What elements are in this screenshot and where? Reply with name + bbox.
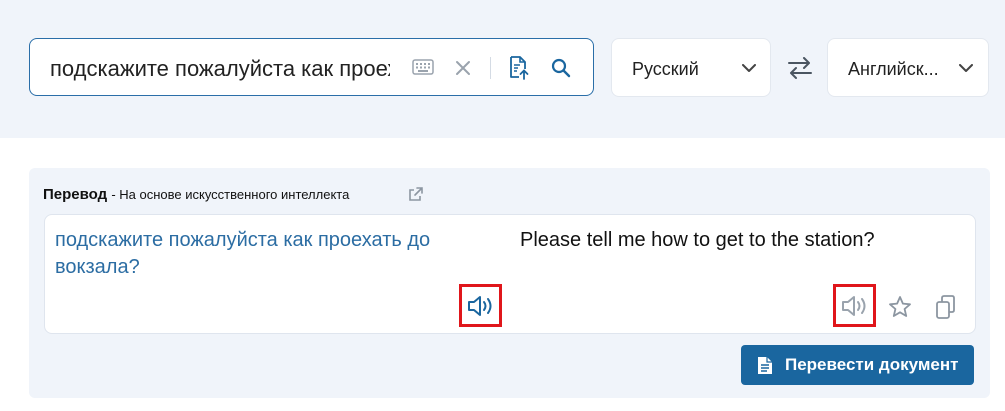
translate-document-label: Перевести документ xyxy=(785,355,959,374)
swap-arrows-icon[interactable] xyxy=(787,57,813,79)
translate-document-button[interactable]: Перевести документ xyxy=(741,345,974,385)
speaker-icon[interactable] xyxy=(841,295,869,317)
chevron-down-icon xyxy=(742,64,756,72)
clear-icon[interactable] xyxy=(455,60,471,76)
search-box[interactable]: подскажите пожалуйста как проехать до во… xyxy=(29,38,594,96)
source-language-label: Русский xyxy=(632,59,699,79)
search-input[interactable]: подскажите пожалуйста как проехать до во… xyxy=(50,56,390,82)
search-divider xyxy=(490,57,491,79)
keyboard-icon[interactable] xyxy=(412,59,434,75)
target-text: Please tell me how to get to the station… xyxy=(520,229,875,251)
target-language-select[interactable]: Английск... xyxy=(827,38,989,97)
chevron-down-icon xyxy=(959,64,973,72)
star-icon[interactable] xyxy=(888,295,912,319)
translation-card: подскажите пожалуйста как проехать до во… xyxy=(44,214,976,334)
external-link-icon[interactable] xyxy=(408,186,424,202)
copy-icon[interactable] xyxy=(935,295,957,321)
source-text: подскажите пожалуйста как проехать до во… xyxy=(55,229,431,278)
target-language-label: Английск... xyxy=(848,59,939,79)
translation-subtitle: - На основе искусственного интеллекта xyxy=(111,187,350,202)
search-icon[interactable] xyxy=(551,58,571,78)
upload-document-icon[interactable] xyxy=(508,56,530,80)
panel-title: Перевод - На основе искусственного интел… xyxy=(43,186,349,204)
document-icon xyxy=(758,357,772,374)
translation-panel: Перевод - На основе искусственного интел… xyxy=(29,168,990,398)
translation-title: Перевод xyxy=(43,186,108,203)
speaker-icon[interactable] xyxy=(467,295,495,317)
source-language-select[interactable]: Русский xyxy=(611,38,771,97)
